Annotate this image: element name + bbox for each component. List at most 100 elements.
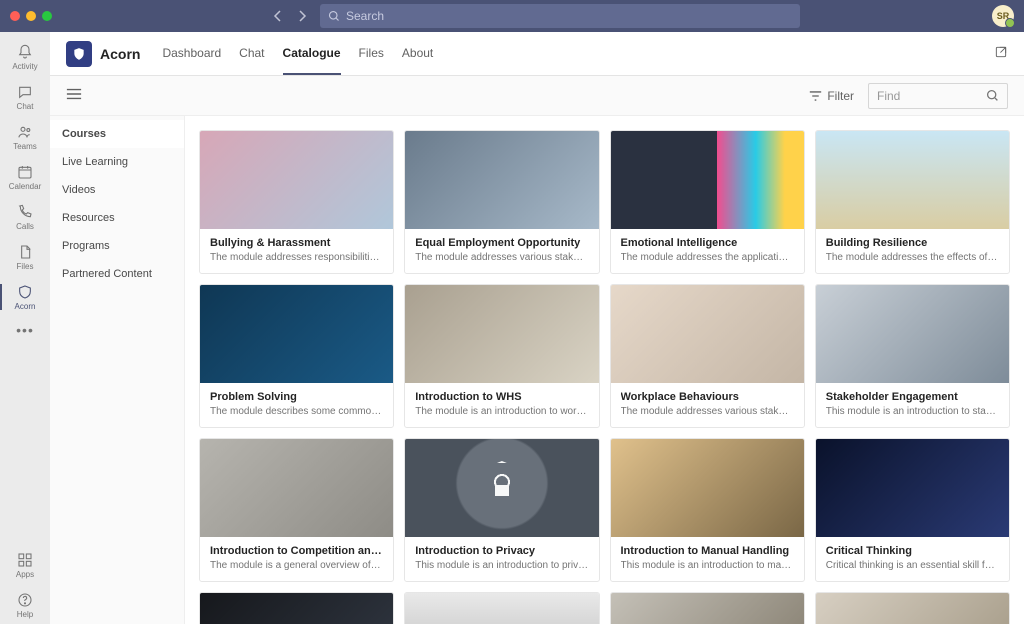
course-card[interactable]: Introduction to PrivacyThis module is an… (404, 438, 599, 582)
course-desc: This module is an introduction to stakeh… (826, 406, 999, 417)
sidebar-item-resources[interactable]: Resources (50, 204, 184, 232)
minimize-window[interactable] (26, 11, 36, 21)
course-thumb (405, 439, 598, 537)
course-card[interactable] (610, 592, 805, 624)
phone-icon (16, 203, 34, 221)
app-tabs: Dashboard Chat Catalogue Files About (162, 32, 433, 75)
course-card[interactable]: Equal Employment OpportunityThe module a… (404, 130, 599, 274)
course-card[interactable]: Building ResilienceThe module addresses … (815, 130, 1010, 274)
course-title: Introduction to WHS (415, 391, 588, 403)
teams-icon (16, 123, 34, 141)
tab-catalogue[interactable]: Catalogue (283, 32, 341, 75)
course-card[interactable] (404, 592, 599, 624)
course-thumb (816, 439, 1009, 537)
sidebar-item-live-learning[interactable]: Live Learning (50, 148, 184, 176)
tab-chat[interactable]: Chat (239, 32, 264, 75)
global-search[interactable]: Search (320, 4, 800, 28)
sidebar-item-videos[interactable]: Videos (50, 176, 184, 204)
close-window[interactable] (10, 11, 20, 21)
app-brand: Acorn (66, 41, 140, 67)
rail-calls[interactable]: Calls (0, 198, 50, 236)
course-desc: This module is an introduction to manual… (621, 560, 794, 571)
find-input[interactable]: Find (868, 83, 1008, 109)
course-desc: The module addresses various stakeholder… (621, 406, 794, 417)
course-thumb (816, 593, 1009, 624)
window-controls (10, 11, 52, 21)
course-thumb (816, 285, 1009, 383)
find-placeholder: Find (877, 89, 986, 103)
course-desc: The module is an introduction to workpla… (415, 406, 588, 417)
course-title: Stakeholder Engagement (826, 391, 999, 403)
course-title: Emotional Intelligence (621, 237, 794, 249)
search-icon (986, 89, 999, 102)
course-desc: The module addresses the application of … (621, 252, 794, 263)
rail-more[interactable]: ••• (16, 322, 34, 338)
course-thumb (405, 593, 598, 624)
sidebar-item-courses[interactable]: Courses (50, 120, 184, 148)
rail-help[interactable]: Help (0, 586, 50, 624)
course-card[interactable] (815, 592, 1010, 624)
app-surface: Acorn Dashboard Chat Catalogue Files Abo… (50, 32, 1024, 624)
course-thumb (611, 285, 804, 383)
maximize-window[interactable] (42, 11, 52, 21)
filter-button[interactable]: Filter (809, 89, 854, 103)
course-title: Problem Solving (210, 391, 383, 403)
course-desc: The module is a general overview of curr… (210, 560, 383, 571)
course-title: Workplace Behaviours (621, 391, 794, 403)
rail-files[interactable]: Files (0, 238, 50, 276)
course-title: Bullying & Harassment (210, 237, 383, 249)
tab-about[interactable]: About (402, 32, 433, 75)
course-card[interactable]: Workplace Behaviours The module addresses… (610, 284, 805, 428)
course-card[interactable]: Stakeholder Engagement This module is an … (815, 284, 1010, 428)
brand-logo (66, 41, 92, 67)
rail-acorn[interactable]: Acorn (0, 278, 50, 316)
course-thumb (611, 131, 804, 229)
course-thumb (200, 285, 393, 383)
brand-name: Acorn (100, 46, 140, 62)
apps-icon (16, 551, 34, 569)
rail-calendar[interactable]: Calendar (0, 158, 50, 196)
filter-icon (809, 90, 822, 102)
calendar-icon (16, 163, 34, 181)
catalogue-sidebar: Courses Live Learning Videos Resources P… (50, 116, 185, 624)
tab-files[interactable]: Files (359, 32, 384, 75)
course-thumb (200, 131, 393, 229)
rail-teams[interactable]: Teams (0, 118, 50, 156)
rail-apps[interactable]: Apps (0, 546, 50, 584)
course-thumb (611, 439, 804, 537)
search-placeholder: Search (346, 9, 384, 23)
help-icon (16, 591, 34, 609)
course-grid-scroll[interactable]: Bullying & Harassment The module addresse… (185, 116, 1024, 624)
user-avatar[interactable]: SR (992, 5, 1014, 27)
course-title: Equal Employment Opportunity (415, 237, 588, 249)
rail-activity[interactable]: Activity (0, 38, 50, 76)
course-desc: The module addresses responsibilities re… (210, 252, 383, 263)
course-thumb (405, 131, 598, 229)
course-card[interactable]: Introduction to Competition and Consum…T… (199, 438, 394, 582)
course-grid: Bullying & Harassment The module addresse… (199, 130, 1010, 624)
course-desc: The module describes some common problem… (210, 406, 383, 417)
sidebar-item-partnered-content[interactable]: Partnered Content (50, 260, 184, 288)
course-card[interactable]: Critical ThinkingCritical thinking is an… (815, 438, 1010, 582)
course-card[interactable]: Bullying & Harassment The module addresse… (199, 130, 394, 274)
course-card[interactable]: Introduction to WHS The module is an intr… (404, 284, 599, 428)
course-card[interactable] (199, 592, 394, 624)
forward-button[interactable] (292, 6, 312, 26)
course-title: Building Resilience (826, 237, 999, 249)
popout-icon[interactable] (994, 45, 1008, 62)
sidebar-item-programs[interactable]: Programs (50, 232, 184, 260)
course-title: Introduction to Privacy (415, 545, 588, 557)
chat-icon (16, 83, 34, 101)
course-card[interactable]: Introduction to Manual Handling This modu… (610, 438, 805, 582)
course-title: Introduction to Manual Handling (621, 545, 794, 557)
back-button[interactable] (268, 6, 288, 26)
course-desc: Critical thinking is an essential skill … (826, 560, 999, 571)
course-card[interactable]: Problem Solving The module describes some… (199, 284, 394, 428)
tab-dashboard[interactable]: Dashboard (162, 32, 221, 75)
menu-icon[interactable] (66, 87, 82, 104)
course-card[interactable]: Emotional Intelligence The module address… (610, 130, 805, 274)
window-titlebar: Search SR (0, 0, 1024, 32)
toolbar: Filter Find (50, 76, 1024, 116)
files-icon (16, 243, 34, 261)
rail-chat[interactable]: Chat (0, 78, 50, 116)
